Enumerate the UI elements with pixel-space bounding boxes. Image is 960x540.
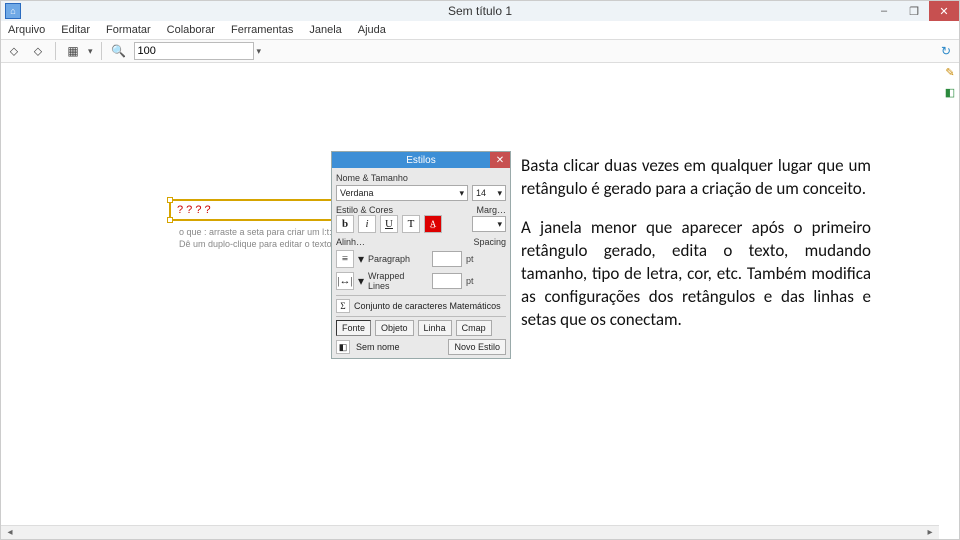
section-margin: Marg…	[476, 205, 506, 215]
highlight-button[interactable]: A̲	[424, 215, 442, 233]
nav-forward-button[interactable]: ⬦	[29, 42, 47, 60]
menu-ajuda[interactable]: Ajuda	[355, 23, 389, 37]
paragraph-label: Paragraph	[368, 254, 428, 264]
styles-dialog[interactable]: Estilos ✕ Nome & Tamanho Verdana▾ 14▾ Es…	[331, 151, 511, 359]
dialog-close-button[interactable]: ✕	[490, 152, 510, 168]
tab-fonte[interactable]: Fonte	[336, 320, 371, 336]
font-size-select[interactable]: 14▾	[472, 185, 506, 201]
menu-arquivo[interactable]: Arquivo	[5, 23, 48, 37]
app-window: ⌂ Sem título 1 – ❐ ✕ Arquivo Editar Form…	[0, 0, 960, 540]
paragraph-input[interactable]	[432, 251, 462, 267]
zoom-icon[interactable]: 🔍	[110, 42, 128, 60]
wrapped-input[interactable]	[432, 273, 462, 289]
instruction-text: Basta clicar duas vezes em qualquer luga…	[521, 155, 871, 348]
window-buttons: – ❐ ✕	[869, 1, 959, 21]
app-icon: ⌂	[5, 3, 21, 19]
chevron-down-icon[interactable]: ▾	[257, 46, 262, 57]
zoom-input[interactable]	[134, 42, 254, 60]
concept-text: ? ? ? ?	[177, 204, 211, 216]
window-title: Sem título 1	[1, 4, 959, 18]
title-bar: ⌂ Sem título 1 – ❐ ✕	[1, 1, 959, 21]
section-spacing: Spacing	[473, 237, 506, 247]
wrapped-label: Wrapped Lines	[368, 271, 428, 291]
vertical-scrollbar[interactable]	[939, 63, 959, 525]
scroll-right-arrow-icon[interactable]: ▸	[923, 527, 937, 539]
font-value: Verdana	[340, 188, 374, 198]
resize-handle[interactable]	[167, 197, 173, 203]
style-name-label: Sem nome	[356, 342, 400, 352]
refresh-button[interactable]: ↻	[937, 42, 955, 60]
menu-bar: Arquivo Editar Formatar Colaborar Ferram…	[1, 21, 959, 39]
scroll-left-arrow-icon[interactable]: ◂	[3, 527, 17, 539]
underline-button[interactable]: U	[380, 215, 398, 233]
math-charset-button[interactable]: Σ	[336, 299, 350, 313]
nav-back-button[interactable]: ⬦	[5, 42, 23, 60]
size-value: 14	[476, 188, 486, 198]
separator	[55, 42, 56, 60]
align-left-button[interactable]: ≡	[336, 250, 354, 268]
horizontal-scrollbar[interactable]: ◂ ▸	[1, 525, 939, 539]
menu-ferramentas[interactable]: Ferramentas	[228, 23, 296, 37]
paragraph: Basta clicar duas vezes em qualquer luga…	[521, 155, 871, 201]
new-style-button[interactable]: Novo Estilo	[448, 339, 506, 355]
separator	[101, 42, 102, 60]
wrap-button[interactable]: |↔|	[336, 272, 354, 290]
dialog-title: Estilos	[406, 155, 435, 166]
dialog-body: Nome & Tamanho Verdana▾ 14▾ Estilo & Cor…	[332, 168, 510, 358]
paragraph: A janela menor que aparecer após o prime…	[521, 217, 871, 332]
margin-select[interactable]: ▾	[472, 216, 506, 232]
tab-cmap[interactable]: Cmap	[456, 320, 492, 336]
unit-label: pt	[466, 276, 474, 286]
tab-linha[interactable]: Linha	[418, 320, 452, 336]
minimize-button[interactable]: –	[869, 1, 899, 21]
italic-button[interactable]: i	[358, 215, 376, 233]
zoom-combo[interactable]: ▾	[134, 42, 262, 60]
font-select[interactable]: Verdana▾	[336, 185, 468, 201]
style-chip-button[interactable]: ◧	[336, 340, 350, 354]
close-button[interactable]: ✕	[929, 1, 959, 21]
resize-handle[interactable]	[167, 217, 173, 223]
section-name-size: Nome & Tamanho	[336, 173, 506, 183]
canvas[interactable]: ? ? ? ? o que : arraste a seta para cria…	[1, 63, 939, 525]
text-color-button[interactable]: T	[402, 215, 420, 233]
menu-janela[interactable]: Janela	[306, 23, 344, 37]
menu-colaborar[interactable]: Colaborar	[164, 23, 218, 37]
unit-label: pt	[466, 254, 474, 264]
dialog-title-bar[interactable]: Estilos ✕	[332, 152, 510, 168]
section-align: Alinh…	[336, 237, 365, 247]
tab-objeto[interactable]: Objeto	[375, 320, 414, 336]
math-charset-label: Conjunto de caracteres Matemáticos	[354, 301, 501, 311]
select-tool-button[interactable]: ▦	[64, 42, 82, 60]
maximize-button[interactable]: ❐	[899, 1, 929, 21]
toolbar: ⬦ ⬦ ▦ ▾ 🔍 ▾ ↻	[1, 39, 959, 63]
chevron-down-icon[interactable]: ▾	[88, 46, 93, 57]
menu-formatar[interactable]: Formatar	[103, 23, 154, 37]
bold-button[interactable]: b	[336, 215, 354, 233]
menu-editar[interactable]: Editar	[58, 23, 93, 37]
section-style-color: Estilo & Cores	[336, 205, 393, 215]
